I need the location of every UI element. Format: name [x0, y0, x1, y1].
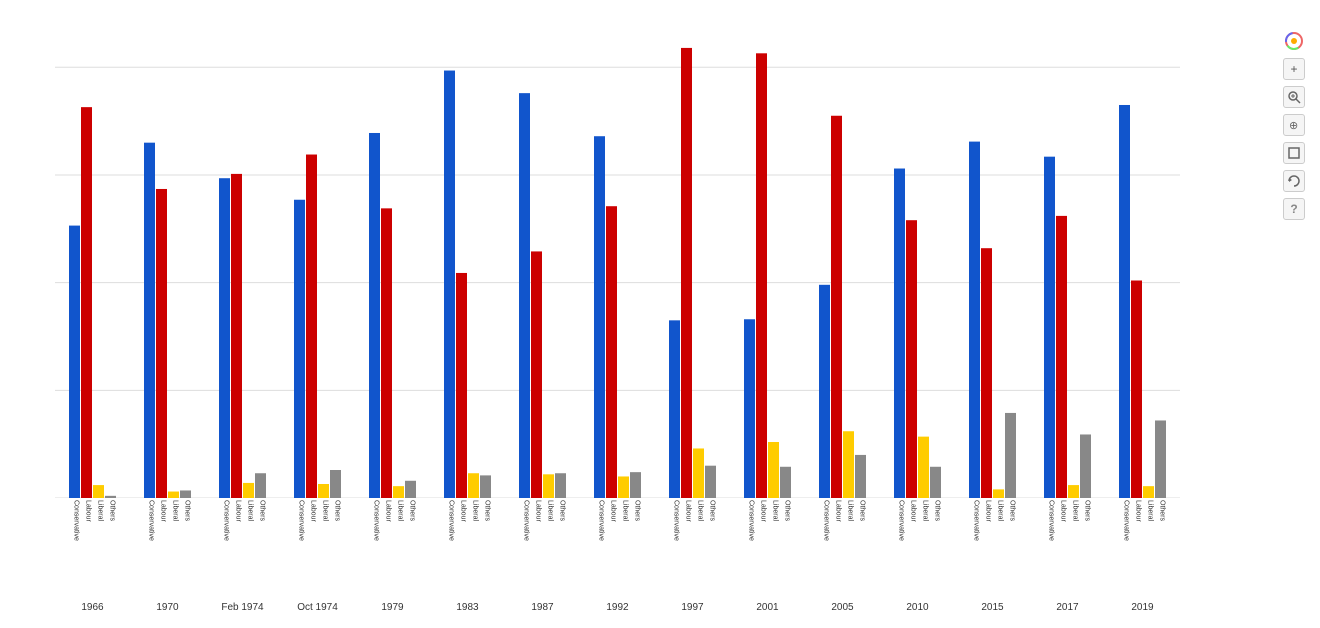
- svg-text:Labour: Labour: [160, 500, 167, 522]
- svg-text:Others: Others: [1159, 500, 1166, 522]
- svg-text:2019: 2019: [1131, 602, 1154, 613]
- reset-icon[interactable]: [1283, 170, 1305, 192]
- svg-text:1992: 1992: [606, 602, 629, 613]
- svg-text:Liberal: Liberal: [247, 500, 254, 521]
- svg-text:Others: Others: [559, 500, 566, 522]
- svg-text:Liberal: Liberal: [1072, 500, 1079, 521]
- svg-text:⊕: ⊕: [1289, 120, 1298, 132]
- svg-text:Liberal: Liberal: [997, 500, 1004, 521]
- svg-text:Others: Others: [859, 500, 866, 522]
- svg-text:Conservative: Conservative: [373, 500, 380, 541]
- svg-text:Liberal: Liberal: [97, 500, 104, 521]
- x-axis-labels: Conservative Labour Liberal Others 1966 Conse…: [55, 495, 1180, 618]
- svg-text:Others: Others: [409, 500, 416, 522]
- svg-text:Conservative: Conservative: [298, 500, 305, 541]
- pan-icon[interactable]: ⊕: [1283, 114, 1305, 136]
- svg-text:2017: 2017: [1056, 602, 1079, 613]
- svg-text:Liberal: Liberal: [397, 500, 404, 521]
- svg-text:1979: 1979: [381, 602, 404, 613]
- svg-text:Conservative: Conservative: [973, 500, 980, 541]
- svg-text:2005: 2005: [831, 602, 854, 613]
- svg-text:Others: Others: [184, 500, 191, 522]
- svg-text:1966: 1966: [81, 602, 104, 613]
- svg-text:Conservative: Conservative: [523, 500, 530, 541]
- svg-text:Labour: Labour: [985, 500, 992, 522]
- toolbar: + ⊕ ?: [1283, 30, 1305, 220]
- svg-text:Conservative: Conservative: [823, 500, 830, 541]
- svg-text:1970: 1970: [156, 602, 179, 613]
- svg-text:Conservative: Conservative: [748, 500, 755, 541]
- chart-area: 0100200300400: [55, 35, 1180, 498]
- svg-text:Others: Others: [784, 500, 791, 522]
- svg-text:Liberal: Liberal: [172, 500, 179, 521]
- svg-text:Conservative: Conservative: [673, 500, 680, 541]
- svg-text:Liberal: Liberal: [772, 500, 779, 521]
- zoom-in-icon[interactable]: +: [1283, 58, 1305, 80]
- svg-text:Conservative: Conservative: [898, 500, 905, 541]
- svg-text:Others: Others: [109, 500, 116, 522]
- svg-text:Labour: Labour: [685, 500, 692, 522]
- svg-text:Conservative: Conservative: [73, 500, 80, 541]
- svg-text:Liberal: Liberal: [622, 500, 629, 521]
- svg-text:Liberal: Liberal: [322, 500, 329, 521]
- svg-text:Liberal: Liberal: [922, 500, 929, 521]
- svg-text:Labour: Labour: [835, 500, 842, 522]
- svg-text:Labour: Labour: [910, 500, 917, 522]
- chart-container: + ⊕ ? 0100200300400: [0, 0, 1320, 628]
- svg-text:Liberal: Liberal: [1147, 500, 1154, 521]
- help-icon[interactable]: ?: [1283, 198, 1305, 220]
- svg-text:Conservative: Conservative: [148, 500, 155, 541]
- svg-text:Labour: Labour: [1135, 500, 1142, 522]
- svg-text:1983: 1983: [456, 602, 479, 613]
- svg-text:1997: 1997: [681, 602, 704, 613]
- zoom-region-icon[interactable]: [1283, 86, 1305, 108]
- svg-text:Others: Others: [259, 500, 266, 522]
- svg-text:Conservative: Conservative: [223, 500, 230, 541]
- svg-text:Liberal: Liberal: [847, 500, 854, 521]
- svg-text:Labour: Labour: [1060, 500, 1067, 522]
- svg-text:Labour: Labour: [85, 500, 92, 522]
- logo-icon: [1283, 30, 1305, 52]
- svg-text:Labour: Labour: [610, 500, 617, 522]
- svg-text:1987: 1987: [531, 602, 554, 613]
- svg-text:2015: 2015: [981, 602, 1004, 613]
- svg-text:Labour: Labour: [535, 500, 542, 522]
- svg-text:Conservative: Conservative: [1123, 500, 1130, 541]
- svg-text:Labour: Labour: [460, 500, 467, 522]
- svg-text:Others: Others: [934, 500, 941, 522]
- frame-icon[interactable]: [1283, 142, 1305, 164]
- svg-text:Labour: Labour: [385, 500, 392, 522]
- svg-text:2001: 2001: [756, 602, 779, 613]
- svg-text:Labour: Labour: [310, 500, 317, 522]
- svg-text:Labour: Labour: [235, 500, 242, 522]
- svg-text:Others: Others: [1009, 500, 1016, 522]
- svg-text:Others: Others: [634, 500, 641, 522]
- svg-text:Conservative: Conservative: [1048, 500, 1055, 541]
- svg-text:Conservative: Conservative: [448, 500, 455, 541]
- svg-text:Others: Others: [709, 500, 716, 522]
- svg-text:Oct 1974: Oct 1974: [297, 602, 338, 613]
- svg-text:Liberal: Liberal: [472, 500, 479, 521]
- svg-text:Others: Others: [334, 500, 341, 522]
- svg-text:Liberal: Liberal: [697, 500, 704, 521]
- svg-text:Feb 1974: Feb 1974: [221, 602, 264, 613]
- svg-text:Others: Others: [1084, 500, 1091, 522]
- svg-text:Others: Others: [484, 500, 491, 522]
- svg-text:Labour: Labour: [760, 500, 767, 522]
- svg-text:Liberal: Liberal: [547, 500, 554, 521]
- svg-text:Conservative: Conservative: [598, 500, 605, 541]
- svg-text:2010: 2010: [906, 602, 929, 613]
